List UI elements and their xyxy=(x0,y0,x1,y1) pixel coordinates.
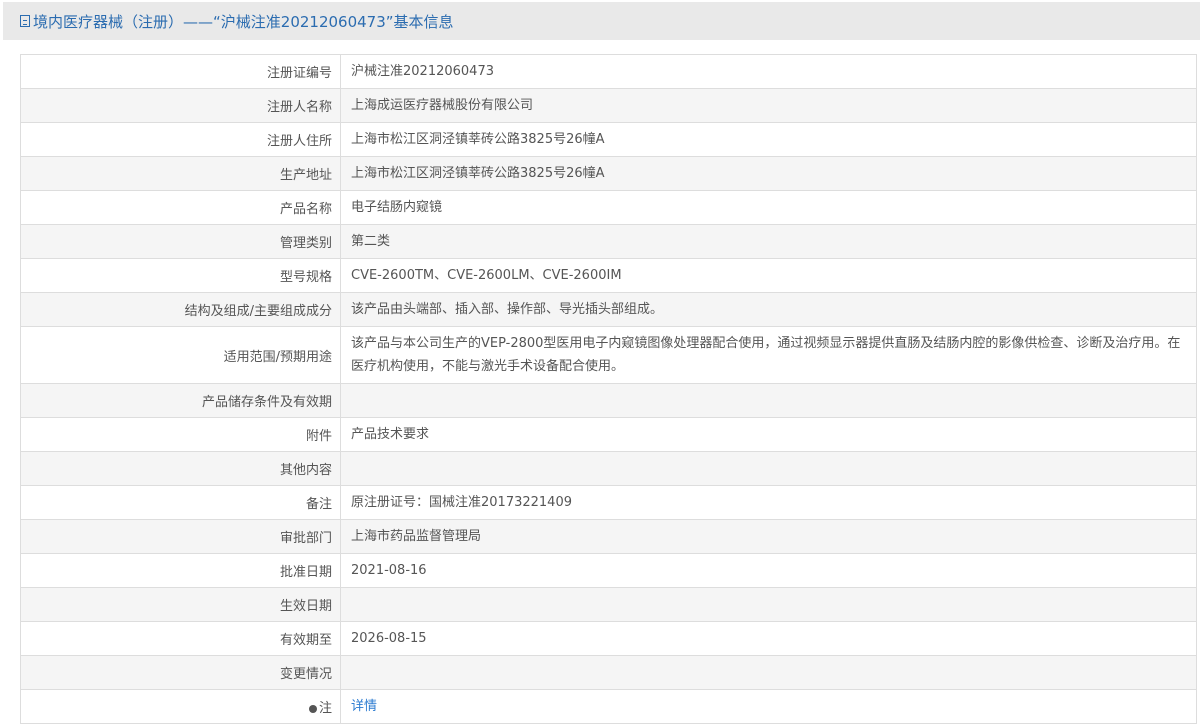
field-label: 适用范围/预期用途 xyxy=(20,326,341,384)
pin-icon xyxy=(308,704,317,713)
field-value xyxy=(340,587,1197,622)
field-value: 该产品由头端部、插入部、操作部、导光插头部组成。 xyxy=(340,292,1197,327)
table-row: 备注 原注册证号：国械注准20173221409 xyxy=(20,485,1197,520)
field-value xyxy=(340,655,1197,690)
table-row: 审批部门 上海市药品监督管理局 xyxy=(20,519,1197,554)
table-row: 管理类别 第二类 xyxy=(20,224,1197,259)
field-value: 原注册证号：国械注准20173221409 xyxy=(340,485,1197,520)
table-row: 结构及组成/主要组成成分 该产品由头端部、插入部、操作部、导光插头部组成。 xyxy=(20,292,1197,327)
table-row: 批准日期 2021-08-16 xyxy=(20,553,1197,588)
field-label: 有效期至 xyxy=(20,621,341,656)
page-title: 境内医疗器械（注册）——“沪械注准20212060473”基本信息 xyxy=(3,11,454,32)
field-label: 审批部门 xyxy=(20,519,341,554)
table-row: 有效期至 2026-08-15 xyxy=(20,621,1197,656)
field-value: CVE-2600TM、CVE-2600LM、CVE-2600IM xyxy=(340,258,1197,293)
table-row: 注册证编号 沪械注准20212060473 xyxy=(20,54,1197,89)
note-row: 注详情 xyxy=(20,689,1197,724)
field-label: 生效日期 xyxy=(20,587,341,622)
field-value: 上海市松江区洞泾镇莘砖公路3825号26幢A xyxy=(340,156,1197,191)
field-label: 批准日期 xyxy=(20,553,341,588)
field-value: 该产品与本公司生产的VEP-2800型医用电子内窥镜图像处理器配合使用，通过视频… xyxy=(340,326,1197,384)
field-label: 生产地址 xyxy=(20,156,341,191)
field-label: 注册人名称 xyxy=(20,88,341,123)
table-row: 适用范围/预期用途 该产品与本公司生产的VEP-2800型医用电子内窥镜图像处理器… xyxy=(20,326,1197,384)
table-row: 注册人名称 上海成运医疗器械股份有限公司 xyxy=(20,88,1197,123)
table-row: 变更情况 xyxy=(20,655,1197,690)
field-label: 其他内容 xyxy=(20,451,341,486)
field-label: 结构及组成/主要组成成分 xyxy=(20,292,341,327)
table-row: 其他内容 xyxy=(20,451,1197,486)
info-table: 注册证编号 沪械注准20212060473 注册人名称 上海成运医疗器械股份有限公司注… xyxy=(20,54,1197,724)
field-value: 上海市松江区洞泾镇莘砖公路3825号26幢A xyxy=(340,122,1197,157)
field-label: 型号规格 xyxy=(20,258,341,293)
table-row: 产品储存条件及有效期 xyxy=(20,383,1197,418)
field-value: 沪械注准20212060473 xyxy=(340,54,1197,89)
field-value: 第二类 xyxy=(340,224,1197,259)
field-label: 产品储存条件及有效期 xyxy=(20,383,341,418)
page-header: 境内医疗器械（注册）——“沪械注准20212060473”基本信息 xyxy=(3,2,1200,40)
field-value: 产品技术要求 xyxy=(340,417,1197,452)
field-label: 注册人住所 xyxy=(20,122,341,157)
field-value xyxy=(340,451,1197,486)
field-value: 2026-08-15 xyxy=(340,621,1197,656)
field-value xyxy=(340,383,1197,418)
document-icon xyxy=(20,15,30,27)
details-link[interactable]: 详情 xyxy=(351,699,377,714)
field-label: 备注 xyxy=(20,485,341,520)
field-label: 产品名称 xyxy=(20,190,341,225)
field-label: 附件 xyxy=(20,417,341,452)
table-row: 生产地址 上海市松江区洞泾镇莘砖公路3825号26幢A xyxy=(20,156,1197,191)
field-label: 注册证编号 xyxy=(20,54,341,89)
table-row: 生效日期 xyxy=(20,587,1197,622)
field-value: 2021-08-16 xyxy=(340,553,1197,588)
field-value: 上海成运医疗器械股份有限公司 xyxy=(340,88,1197,123)
table-row: 附件 产品技术要求 xyxy=(20,417,1197,452)
table-row: 产品名称 电子结肠内窥镜 xyxy=(20,190,1197,225)
note-label: 注 xyxy=(20,689,341,724)
field-label: 管理类别 xyxy=(20,224,341,259)
note-value: 详情 xyxy=(340,689,1197,724)
field-label: 变更情况 xyxy=(20,655,341,690)
field-value: 上海市药品监督管理局 xyxy=(340,519,1197,554)
field-value: 电子结肠内窥镜 xyxy=(340,190,1197,225)
table-row: 注册人住所 上海市松江区洞泾镇莘砖公路3825号26幢A xyxy=(20,122,1197,157)
table-row: 型号规格 CVE-2600TM、CVE-2600LM、CVE-2600IM xyxy=(20,258,1197,293)
